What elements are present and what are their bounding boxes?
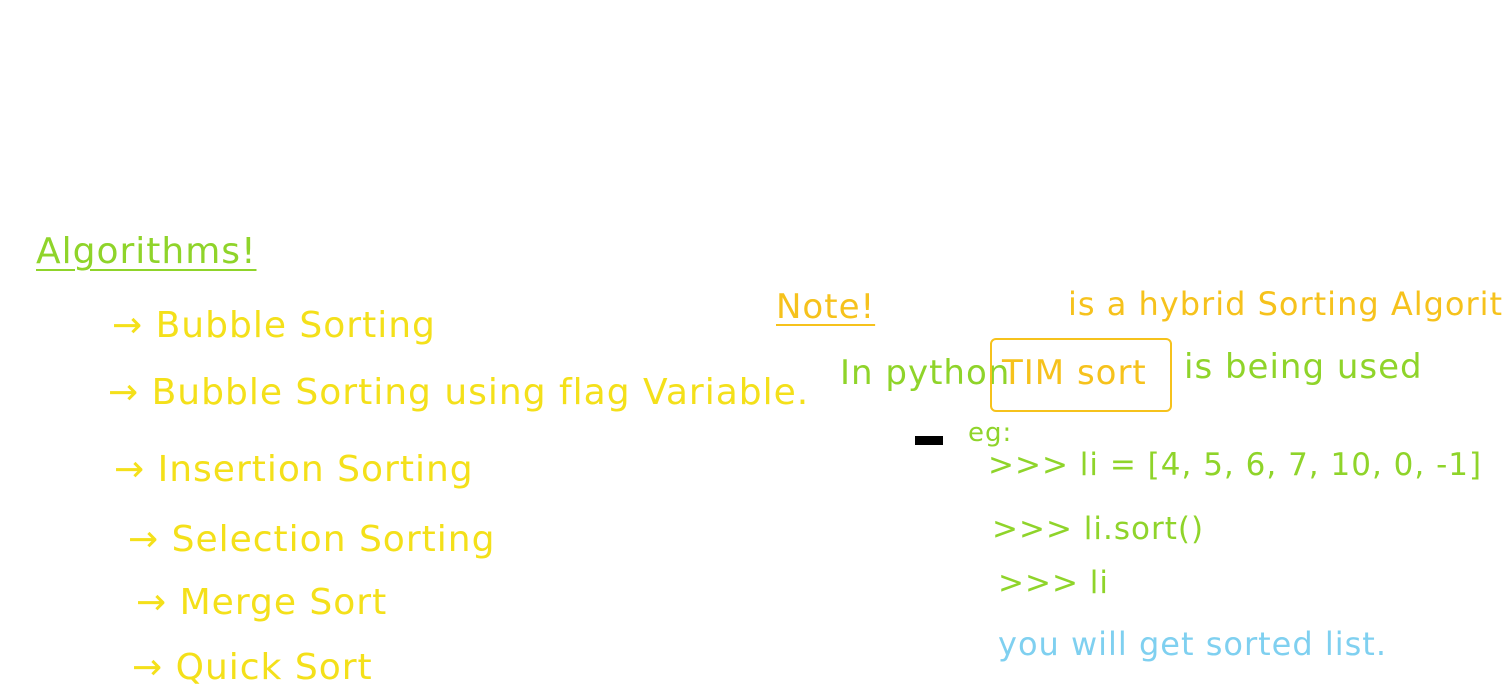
list-item-insertion-sorting: → Insertion Sorting xyxy=(114,449,474,490)
code-line-sort: >>> li.sort() xyxy=(992,511,1205,547)
python-prefix: In python xyxy=(840,353,1011,393)
tim-sort-label: TIM sort xyxy=(1002,353,1147,393)
list-item-bubble-sorting: → Bubble Sorting xyxy=(112,305,436,346)
algorithms-heading: Algorithms! xyxy=(36,231,257,272)
code-line-print: >>> li xyxy=(998,565,1110,601)
list-item-quick-sort: → Quick Sort xyxy=(132,647,373,688)
code-line-assign: >>> li = [4, 5, 6, 7, 10, 0, -1] xyxy=(988,447,1483,483)
result-text: you will get sorted list. xyxy=(998,625,1387,663)
python-suffix: is being used xyxy=(1184,347,1423,387)
eg-label: eg: xyxy=(968,418,1013,448)
list-item-merge-sort: → Merge Sort xyxy=(136,582,388,623)
note-description: is a hybrid Sorting Algorithm. xyxy=(1068,285,1502,323)
cursor-mark xyxy=(915,436,943,445)
list-item-bubble-sorting-flag: → Bubble Sorting using flag Variable. xyxy=(108,372,810,413)
note-label: Note! xyxy=(776,287,876,327)
list-item-selection-sorting: → Selection Sorting xyxy=(128,519,496,560)
